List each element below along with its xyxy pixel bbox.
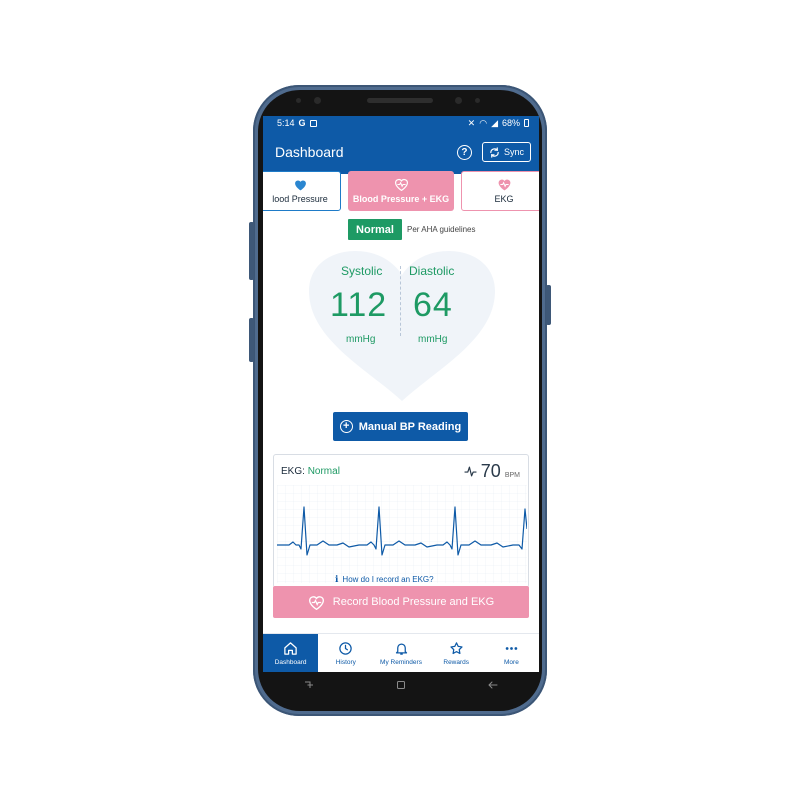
nav-my-reminders-label: My Reminders xyxy=(380,658,422,666)
earpiece-speaker xyxy=(367,98,433,103)
bottom-nav: Dashboard History My Reminders Rewards M… xyxy=(263,633,539,672)
help-icon[interactable]: ? xyxy=(456,144,472,160)
tab-blood-pressure-ekg[interactable]: Blood Pressure + EKG xyxy=(348,171,454,211)
battery-level: 68% xyxy=(501,118,520,128)
heart-background-shape xyxy=(309,251,495,401)
record-bp-ekg-label: Record Blood Pressure and EKG xyxy=(332,596,495,608)
manual-bp-reading-label: Manual BP Reading xyxy=(358,420,462,433)
tab-blood-pressure-ekg-label: Blood Pressure + EKG xyxy=(352,194,450,204)
status-bar: 5:14 G ✕ ◠ ◢ 68% xyxy=(263,116,539,130)
tab-ekg[interactable]: EKG xyxy=(461,171,539,211)
proximity-sensor xyxy=(475,98,480,103)
home-icon xyxy=(284,641,297,655)
reading-divider xyxy=(400,266,401,336)
tab-ekg-label: EKG xyxy=(494,194,514,204)
mute-icon: ✕ xyxy=(467,117,476,128)
phone-screen: 5:14 G ✕ ◠ ◢ 68% Dashboard ? Sync lood P… xyxy=(263,116,539,672)
page-title: Dashboard xyxy=(275,144,344,160)
nav-my-reminders[interactable]: My Reminders xyxy=(373,634,428,672)
record-bp-ekg-button[interactable]: Record Blood Pressure and EKG xyxy=(273,586,529,618)
how-to-record-ekg-link[interactable]: ℹ How do I record an EKG? xyxy=(335,574,434,584)
power-key xyxy=(546,285,551,325)
volume-down-key xyxy=(249,318,254,362)
ekg-header: EKG: Normal xyxy=(281,466,340,477)
sync-button[interactable]: Sync xyxy=(481,142,531,162)
guideline-note: Per AHA guidelines xyxy=(407,225,476,234)
bell-icon xyxy=(395,643,407,655)
info-icon: ℹ xyxy=(335,574,339,584)
heart-pulse-icon xyxy=(498,179,510,191)
nav-more-label: More xyxy=(504,658,519,666)
diastolic-label: Diastolic xyxy=(409,264,455,278)
recent-apps-icon[interactable] xyxy=(303,679,315,691)
nav-dashboard[interactable]: Dashboard xyxy=(263,634,319,672)
tab-blood-pressure[interactable]: lood Pressure xyxy=(263,171,341,211)
diastolic-unit: mmHg xyxy=(418,334,448,345)
status-g: G xyxy=(298,118,306,128)
back-icon[interactable] xyxy=(487,679,499,691)
bpm-unit: BPM xyxy=(504,472,520,479)
iris-sensor xyxy=(455,97,462,104)
sync-label: Sync xyxy=(503,147,524,157)
app-bar: Dashboard ? Sync xyxy=(263,130,539,174)
more-icon xyxy=(505,646,518,650)
ekg-card[interactable]: EKG: Normal 70 BPM xyxy=(273,454,529,588)
nav-history[interactable]: History xyxy=(318,634,373,672)
volume-up-key xyxy=(249,222,254,280)
bpm-value: 70 xyxy=(480,461,501,481)
status-time: 5:14 xyxy=(277,118,295,128)
nav-more[interactable]: More xyxy=(484,634,539,672)
home-square-icon[interactable] xyxy=(395,679,407,691)
plus-circle-icon: + xyxy=(339,420,353,433)
status-badge: Normal xyxy=(348,219,402,240)
nav-history-label: History xyxy=(335,658,356,666)
system-nav-bar xyxy=(263,672,539,698)
systolic-value: 112 xyxy=(330,286,388,324)
tab-blood-pressure-label: lood Pressure xyxy=(272,193,328,204)
heart-pulse-icon xyxy=(394,179,408,191)
notification-icon xyxy=(309,119,317,127)
heart-pulse-icon xyxy=(308,595,324,610)
wifi-icon: ◠ xyxy=(479,117,488,128)
battery-icon xyxy=(524,119,529,127)
pulse-icon xyxy=(464,466,477,477)
diastolic-value: 64 xyxy=(413,286,453,324)
sync-icon xyxy=(490,146,499,158)
heart-icon xyxy=(294,179,306,190)
front-camera xyxy=(314,97,321,104)
nav-rewards-label: Rewards xyxy=(443,658,470,666)
systolic-unit: mmHg xyxy=(346,334,376,345)
ekg-waveform xyxy=(277,485,527,583)
sensor-dot xyxy=(296,98,301,103)
star-icon xyxy=(450,641,463,654)
clock-icon xyxy=(339,641,353,655)
manual-bp-reading-button[interactable]: + Manual BP Reading xyxy=(333,412,468,441)
nav-rewards[interactable]: Rewards xyxy=(429,634,484,672)
ekg-label: EKG: xyxy=(281,466,305,477)
systolic-label: Systolic xyxy=(341,264,383,278)
nav-dashboard-label: Dashboard xyxy=(274,658,307,666)
heart-rate: 70 BPM xyxy=(464,461,520,482)
help-link-label: How do I record an EKG? xyxy=(342,574,434,584)
ekg-status: Normal xyxy=(307,466,340,477)
signal-icon: ◢ xyxy=(491,117,498,128)
